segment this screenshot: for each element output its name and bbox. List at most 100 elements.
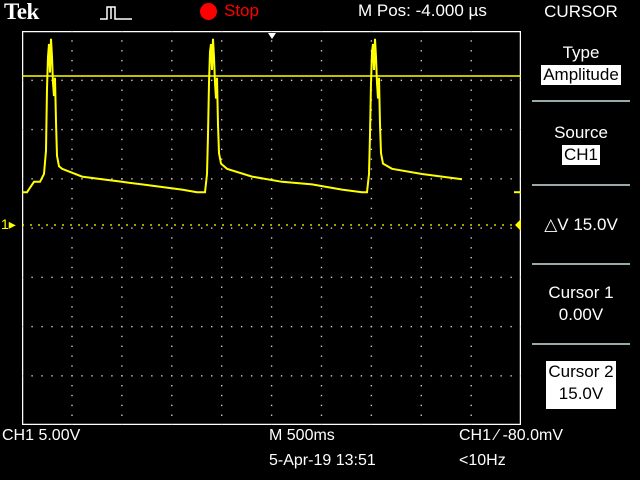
grid-dot [320, 375, 323, 377]
grid-dot [121, 109, 123, 111]
grid-dot [420, 414, 422, 416]
grid-dot [131, 227, 133, 229]
grid-dot [270, 306, 273, 308]
grid-dot [171, 394, 173, 397]
grid-dot [61, 79, 63, 82]
grid-dot [390, 227, 393, 229]
grid-dot [320, 158, 323, 160]
grid-dot [420, 217, 422, 219]
grid-dot [420, 256, 422, 259]
grid-dot [430, 375, 432, 377]
grid-dot [470, 325, 472, 328]
grid-dot [131, 178, 133, 180]
grid-dot [420, 365, 422, 367]
grid-dot [470, 414, 472, 416]
grid-dot [470, 99, 472, 101]
grid-dot [121, 394, 123, 397]
grid-dot [320, 316, 323, 318]
grid-dot [360, 375, 363, 377]
grid-dot [230, 79, 233, 82]
grid-dot [121, 50, 123, 52]
grid-dot [71, 59, 73, 62]
grid-dot [320, 227, 323, 229]
grid-dot [71, 99, 73, 101]
grid-dot [420, 79, 422, 82]
grid-dot [280, 79, 283, 82]
grid-dot [240, 375, 243, 377]
grid-dot [41, 79, 43, 82]
grid-dot [221, 355, 223, 357]
grid-dot [370, 247, 373, 249]
grid-dot [121, 40, 123, 42]
delta-v-readout[interactable]: △V 15.0V [522, 214, 640, 236]
grid-dot [470, 276, 472, 279]
cursor-1-menu-button[interactable]: Cursor 1 0.00V [522, 282, 640, 326]
grid-dot [450, 325, 452, 328]
grid-dot [191, 375, 193, 377]
grid-dot [270, 188, 273, 190]
grid-dot [121, 404, 123, 407]
grid-dot [151, 325, 153, 328]
grid-dot [221, 375, 223, 377]
grid-dot [211, 128, 213, 131]
ch1-scale: CH1 5.00V [2, 427, 81, 444]
grid-dot [240, 79, 243, 82]
grid-dot [270, 414, 273, 416]
grid-dot [71, 414, 73, 416]
grid-dot [340, 276, 343, 279]
grid-dot [340, 325, 343, 328]
grid-dot [370, 256, 373, 259]
grid-dot [260, 227, 263, 229]
type-menu-button[interactable]: Type Amplitude [522, 42, 640, 86]
grid-dot [191, 79, 193, 82]
grid-dot [320, 109, 323, 111]
source-menu-button[interactable]: Source CH1 [522, 122, 640, 166]
grid-dot [81, 178, 83, 180]
grid-dot [171, 266, 173, 269]
grid-dot [440, 128, 442, 131]
grid-dot [420, 109, 422, 111]
menu-title: CURSOR [544, 2, 618, 21]
grid-dot [71, 128, 73, 131]
grid-dot [360, 276, 363, 279]
grid-dot [221, 217, 223, 219]
grid-dot [181, 276, 183, 279]
grid-dot [400, 276, 403, 279]
grid-dot [171, 375, 173, 377]
grid-dot [430, 128, 432, 131]
grid-dot [141, 276, 143, 279]
grid-dot [400, 128, 403, 131]
grid-dot [121, 178, 123, 180]
grid-dot [240, 276, 243, 279]
grid-dot [171, 256, 173, 259]
grid-dot [290, 375, 293, 377]
grid-dot [460, 79, 462, 82]
cursor-2-menu-button[interactable]: Cursor 2 15.0V [546, 361, 616, 409]
grid-dot [221, 404, 223, 407]
grid-dot [420, 385, 422, 387]
grid-dot [270, 31, 273, 32]
grid-dot [22, 79, 23, 82]
grid-dot [221, 306, 223, 308]
grid-dot [31, 325, 33, 328]
grid-dot [370, 296, 373, 298]
grid-dot [470, 40, 472, 42]
grid-dot [370, 197, 373, 200]
single-pulse-icon [100, 6, 132, 20]
grid-dot [71, 188, 73, 190]
grid-dot [111, 227, 113, 229]
grid-dot [71, 197, 73, 200]
grid-dot [370, 276, 373, 279]
grid-dot [330, 276, 333, 279]
grid-dot [71, 168, 73, 170]
grid-dot [460, 276, 462, 279]
grid-dot [520, 128, 521, 131]
grid-dot [320, 237, 323, 239]
grid-dot [320, 50, 323, 52]
grid-dot [410, 128, 413, 131]
grid-dot [121, 365, 123, 367]
grid-dot [270, 286, 273, 288]
grid-dot [270, 365, 273, 367]
grid-dot [221, 227, 223, 229]
grid-dot [370, 375, 373, 377]
